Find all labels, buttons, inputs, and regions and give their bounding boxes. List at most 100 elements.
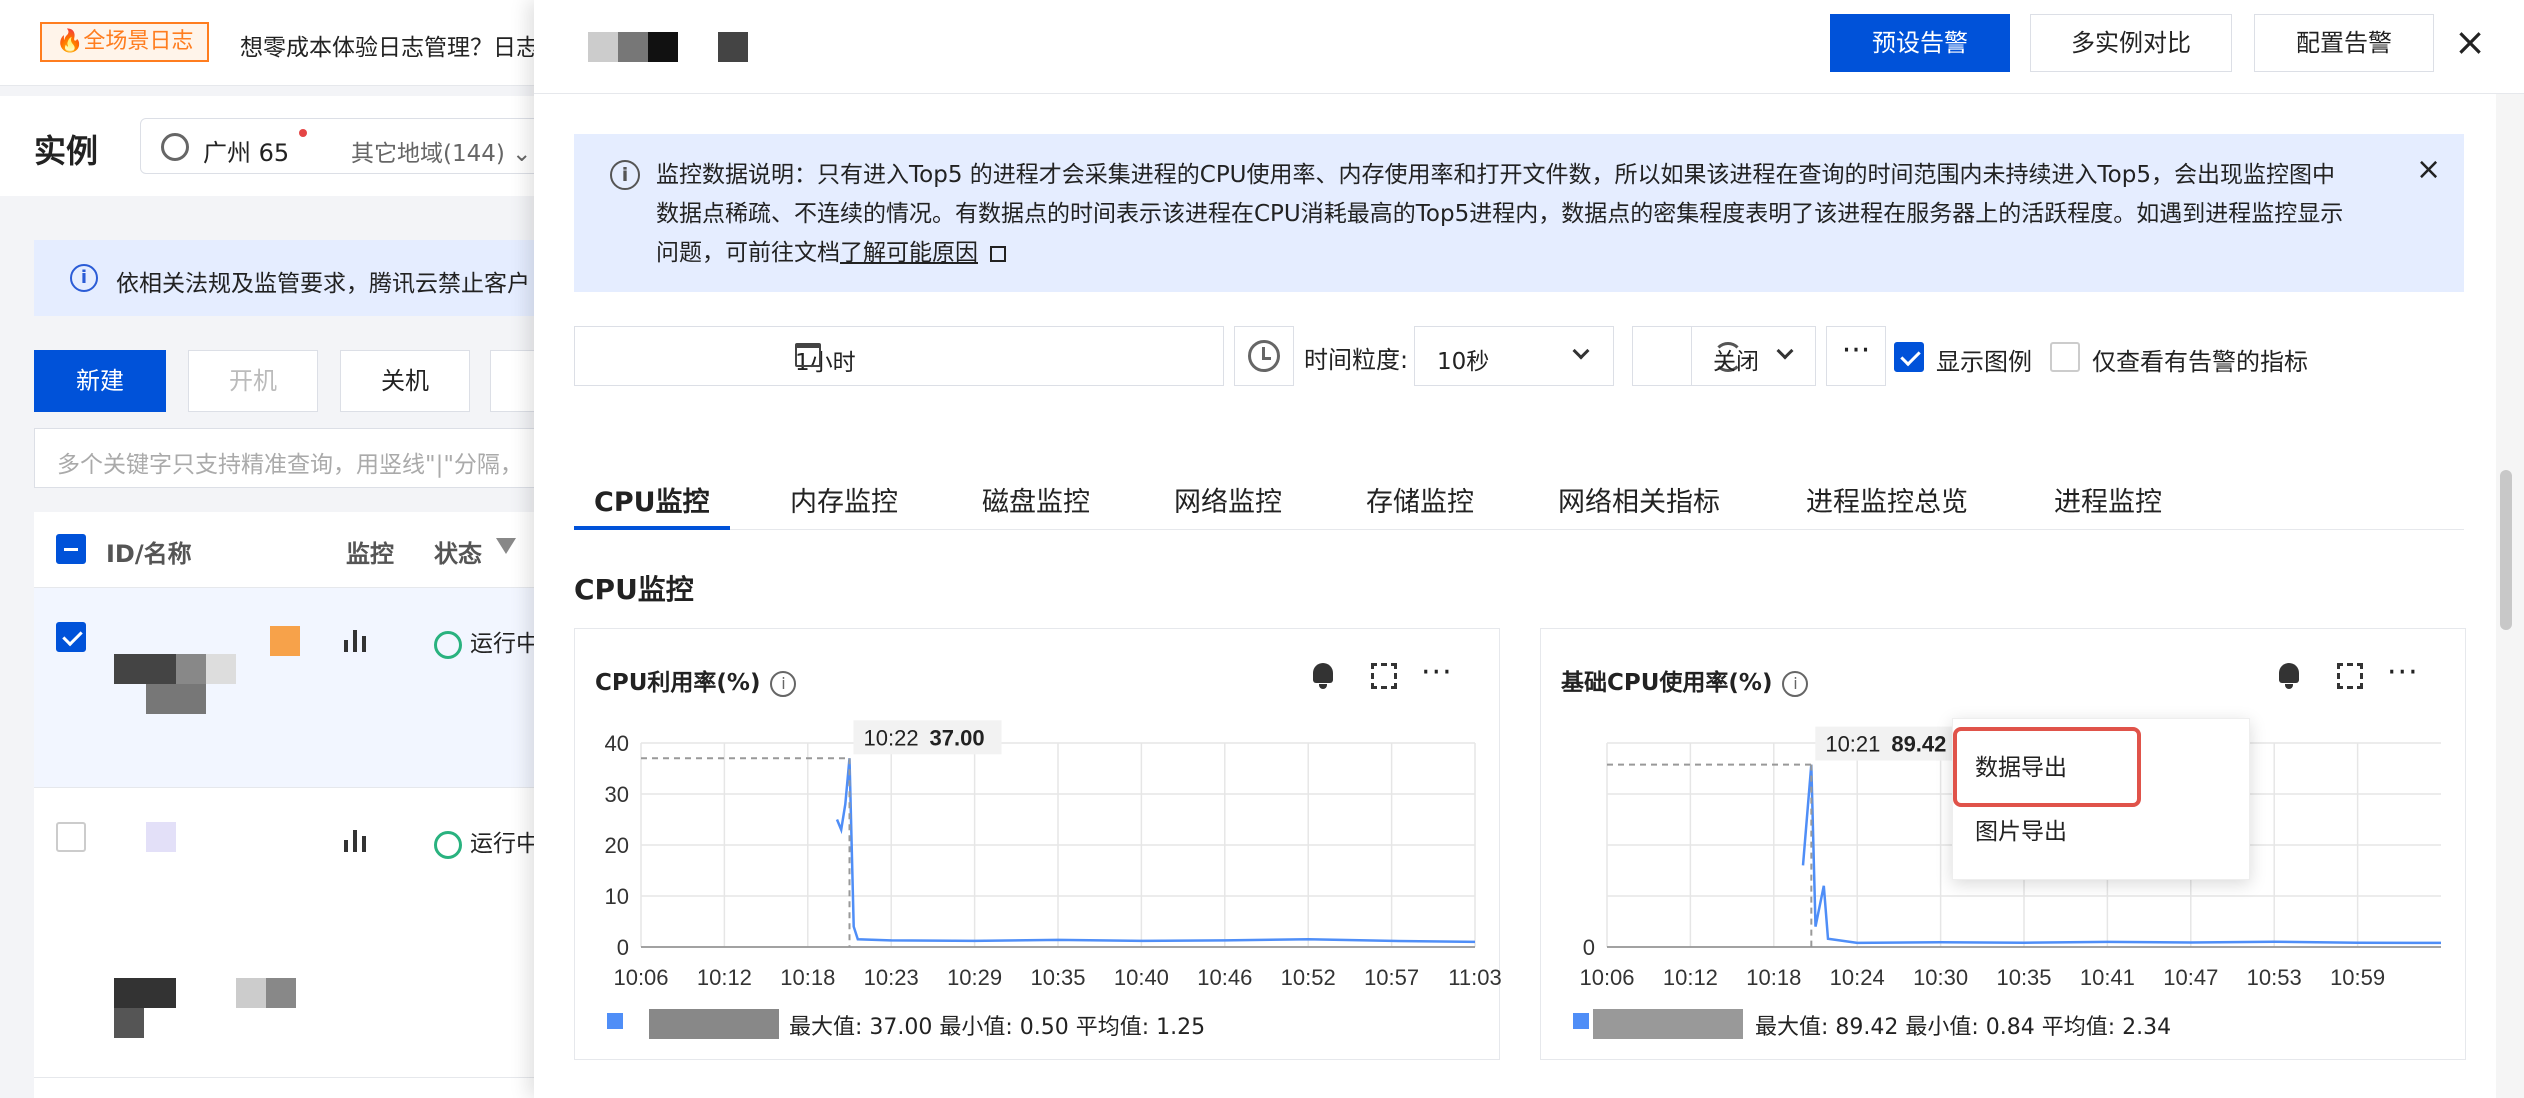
col-id: ID/名称 [106,540,192,568]
chart-more-menu: 数据导出 图片导出 [1952,718,2250,880]
monitor-drawer: 预设告警 多实例对比 配置告警 × i 监控数据说明：只有进入Top5 的进程才… [534,0,2524,1098]
auto-refresh-control[interactable]: 关闭 [1632,326,1816,386]
power-on-button[interactable]: 开机 [188,350,318,412]
x-tick-label: 10:52 [1281,965,1336,990]
globe-icon [161,133,189,161]
promo-badge[interactable]: 🔥全场景日志 [40,22,210,62]
promo-text[interactable]: 想零成本体验日志管理？日志 [240,28,539,62]
x-tick-label: 10:06 [613,965,668,990]
x-tick-label: 10:46 [1197,965,1252,990]
bell-icon[interactable] [2277,663,2301,689]
clock-button[interactable] [1234,326,1294,386]
region-other[interactable]: 其它地域(144) ⌄ [351,134,531,168]
y-tick-label: 30 [605,782,629,807]
chart-title: 基础CPU使用率(%) i [1561,663,1809,697]
external-link-icon[interactable] [990,245,1006,262]
row-checkbox[interactable] [56,822,86,852]
filter-icon[interactable] [496,538,516,554]
redacted-block [236,978,266,1008]
info-text: 监控数据说明：只有进入Top5 的进程才会采集进程的CPU使用率、内存使用率和打… [656,162,2344,266]
help-icon[interactable]: i [1782,670,1809,697]
redacted-block [146,684,206,714]
redacted-block [176,654,206,684]
region-selector[interactable]: 广州 65 其它地域(144) ⌄ [140,118,560,174]
info-icon: i [70,264,98,292]
x-tick-label: 10:12 [1663,965,1718,990]
row-checkbox[interactable] [56,622,86,652]
x-tick-label: 10:40 [1114,965,1169,990]
tab-storage[interactable]: 存储监控 [1366,480,1474,519]
tab-network-metrics[interactable]: 网络相关指标 [1558,480,1720,519]
preset-alarm-button[interactable]: 预设告警 [1830,14,2010,72]
x-tick-label: 10:18 [1746,965,1801,990]
redacted-block [114,978,176,1008]
alarm-only-label[interactable]: 仅查看有告警的指标 [2092,342,2308,377]
more-icon[interactable]: ··· [2387,655,2419,690]
select-all-checkbox[interactable] [56,534,86,564]
legend-stats: 最大值: 37.00 最小值: 0.50 平均值: 1.25 [789,1015,1206,1040]
redacted-block [649,1009,779,1039]
close-notice-icon[interactable]: × [2416,152,2441,187]
x-tick-label: 10:12 [697,965,752,990]
redacted-block [266,978,296,1008]
tab-network[interactable]: 网络监控 [1174,480,1282,519]
search-input[interactable]: 多个关键字只支持精准查询，用竖线"|"分隔， [34,428,554,488]
monitor-chart-icon[interactable] [344,628,370,652]
x-tick-label: 10:53 [2247,965,2302,990]
tab-process[interactable]: 进程监控 [2054,480,2162,519]
fullscreen-icon[interactable] [2337,663,2363,689]
col-status: 状态 [434,540,482,568]
page-title: 实例 [34,132,99,170]
tab-memory[interactable]: 内存监控 [790,480,898,519]
help-icon[interactable]: i [770,670,797,697]
col-monitor: 监控 [346,540,394,568]
granularity-select[interactable]: 10秒 [1414,326,1614,386]
show-legend-label[interactable]: 显示图例 [1936,342,2032,377]
show-legend-checkbox[interactable] [1894,342,1924,372]
monitor-tabs: CPU监控 内存监控 磁盘监控 网络监控 存储监控 网络相关指标 进程监控总览 … [574,470,2464,530]
x-tick-label: 10:29 [947,965,1002,990]
tooltip-time: 10:22 [864,725,919,750]
more-icon[interactable]: ··· [1421,655,1453,690]
tab-active-indicator [574,526,730,530]
calendar-icon[interactable] [795,343,821,367]
status-text: 运行中 [434,624,539,659]
table-row[interactable]: 运行中 [34,788,554,1078]
y-tick-label: 0 [617,935,629,960]
doc-link[interactable]: 了解可能原因 [840,240,978,266]
y-tick-label: 20 [605,833,629,858]
redacted-block [114,1008,144,1038]
auto-refresh-value: 关闭 [1713,349,1759,375]
promo-bar: 🔥全场景日志 想零成本体验日志管理？日志 [0,0,540,86]
tab-process-overview[interactable]: 进程监控总览 [1806,480,1968,519]
notice-text: 依相关法规及监管要求，腾讯云禁止客户 [116,271,530,297]
chart-svg[interactable]: 10:06 10:12 10:18 10:23 10:29 10:35 10:40 10:46… [575,709,1501,1009]
tab-disk[interactable]: 磁盘监控 [982,480,1090,519]
fullscreen-icon[interactable] [1371,663,1397,689]
export-image-menu-item[interactable]: 图片导出 [1953,805,2251,859]
chevron-down-icon [1776,342,1794,360]
close-icon[interactable]: × [2450,22,2490,62]
section-title: CPU监控 [574,573,694,606]
multi-instance-compare-button[interactable]: 多实例对比 [2030,14,2232,72]
more-options-button[interactable]: ··· [1826,326,1886,386]
status-text: 运行中 [434,824,539,859]
time-range-picker[interactable]: 1小时 [574,326,1224,386]
table-row[interactable]: 运行中 [34,588,554,788]
power-off-button[interactable]: 关机 [340,350,470,412]
config-alarm-button[interactable]: 配置告警 [2254,14,2434,72]
alarm-only-checkbox[interactable] [2050,342,2080,372]
tab-cpu[interactable]: CPU监控 [594,480,710,519]
new-button[interactable]: 新建 [34,350,166,412]
divider [1691,327,1692,385]
x-tick-label: 10:47 [2163,965,2218,990]
monitor-chart-icon[interactable] [344,828,370,852]
legend-swatch [607,1013,623,1029]
bell-icon[interactable] [1311,663,1335,689]
clock-icon [1248,340,1280,372]
x-tick-label: 10:24 [1830,965,1885,990]
scrollbar-thumb[interactable] [2500,470,2512,630]
redacted-block [270,626,300,656]
series-line [835,758,1476,944]
compliance-notice: i 依相关法规及监管要求，腾讯云禁止客户 [34,240,554,316]
